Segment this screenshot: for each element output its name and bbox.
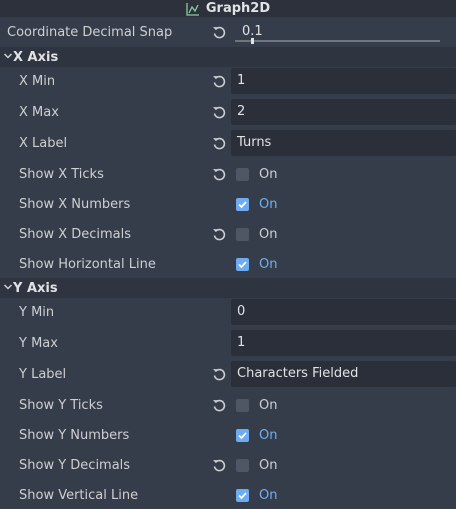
inspector-header: Graph2D: [0, 0, 456, 17]
checkmark-icon: [238, 491, 247, 499]
property-row-show-x-ticks: Show X Ticks On: [0, 159, 456, 189]
revert-icon[interactable]: [211, 73, 227, 89]
revert-icon[interactable]: [211, 457, 227, 473]
show-y-numbers-label: Show Y Numbers: [19, 427, 130, 443]
show-horizontal-line-label: Show Horizontal Line: [19, 256, 156, 272]
show-x-decimals-state: On: [259, 226, 278, 242]
x-label-label: X Label: [19, 135, 68, 151]
property-row-show-x-decimals: Show X Decimals On: [0, 219, 456, 249]
y-max-field[interactable]: 1: [231, 330, 456, 356]
property-row-show-vertical-line: Show Vertical Line On: [0, 480, 456, 509]
show-y-decimals-checkbox[interactable]: [236, 458, 249, 472]
revert-icon[interactable]: [211, 226, 227, 242]
y-min-field[interactable]: 0: [231, 299, 456, 325]
x-max-label: X Max: [19, 104, 59, 120]
show-x-ticks-state: On: [259, 166, 278, 182]
section-x-axis[interactable]: X Axis: [0, 47, 456, 67]
show-y-ticks-state: On: [259, 397, 278, 413]
show-vertical-line-checkbox[interactable]: [236, 488, 249, 502]
property-row-show-y-ticks: Show Y Ticks On: [0, 390, 456, 420]
decimal-snap-label: Coordinate Decimal Snap: [7, 24, 173, 40]
property-row-show-y-numbers: Show Y Numbers On: [0, 420, 456, 450]
show-y-decimals-state: On: [259, 457, 278, 473]
revert-icon[interactable]: [211, 135, 227, 151]
property-row-decimal-snap: Coordinate Decimal Snap: [0, 17, 456, 47]
decimal-snap-value: 0.1: [242, 24, 263, 39]
show-y-ticks-label: Show Y Ticks: [19, 397, 103, 413]
y-label-label: Y Label: [19, 366, 67, 382]
show-x-numbers-state: On: [259, 196, 278, 212]
y-label-value: Characters Fielded: [237, 366, 359, 381]
show-x-numbers-checkbox[interactable]: [236, 197, 249, 211]
section-title: X Axis: [13, 49, 59, 65]
chevron-down-icon: [3, 284, 13, 290]
checkmark-icon: [238, 431, 247, 439]
x-label-field[interactable]: Turns: [231, 130, 456, 156]
property-row-x-min: X Min 1: [0, 66, 456, 96]
x-min-field[interactable]: 1: [231, 68, 456, 94]
property-row-show-y-decimals: Show Y Decimals On: [0, 450, 456, 480]
revert-icon[interactable]: [211, 397, 227, 413]
x-max-field[interactable]: 2: [231, 99, 456, 125]
property-row-y-label: Y Label Characters Fielded: [0, 359, 456, 389]
y-min-label: Y Min: [19, 304, 55, 320]
revert-icon[interactable]: [211, 24, 227, 40]
graph-icon: [186, 2, 199, 16]
checkmark-icon: [238, 260, 247, 268]
decimal-snap-slider[interactable]: [235, 40, 440, 42]
show-x-ticks-checkbox[interactable]: [236, 167, 249, 181]
show-x-decimals-label: Show X Decimals: [19, 226, 132, 242]
section-title: Y Axis: [13, 280, 58, 296]
revert-icon[interactable]: [211, 166, 227, 182]
show-vertical-line-label: Show Vertical Line: [19, 487, 139, 503]
show-y-ticks-checkbox[interactable]: [236, 398, 249, 412]
chevron-down-icon: [3, 53, 13, 59]
show-y-decimals-label: Show Y Decimals: [19, 457, 131, 473]
section-y-axis[interactable]: Y Axis: [0, 278, 456, 298]
show-y-numbers-state: On: [259, 427, 278, 443]
property-row-x-max: X Max 2: [0, 97, 456, 127]
y-label-field[interactable]: Characters Fielded: [231, 361, 456, 387]
property-row-x-label: X Label Turns: [0, 128, 456, 158]
show-y-numbers-checkbox[interactable]: [236, 428, 249, 442]
property-row-y-min: Y Min 0: [0, 297, 456, 327]
revert-icon[interactable]: [211, 104, 227, 120]
show-vertical-line-state: On: [259, 487, 278, 503]
show-x-ticks-label: Show X Ticks: [19, 166, 104, 182]
show-horizontal-line-checkbox[interactable]: [236, 257, 249, 271]
checkmark-icon: [238, 200, 247, 208]
show-x-decimals-checkbox[interactable]: [236, 227, 249, 241]
y-min-value: 0: [237, 304, 246, 319]
y-max-label: Y Max: [19, 335, 58, 351]
revert-icon[interactable]: [211, 366, 227, 382]
decimal-snap-slider-grabber[interactable]: [251, 38, 254, 44]
show-x-numbers-label: Show X Numbers: [19, 196, 131, 212]
property-row-show-x-numbers: Show X Numbers On: [0, 189, 456, 219]
x-label-value: Turns: [237, 135, 272, 150]
show-horizontal-line-state: On: [259, 256, 278, 272]
property-row-y-max: Y Max 1: [0, 328, 456, 358]
y-max-value: 1: [237, 335, 246, 350]
x-max-value: 2: [237, 104, 246, 119]
property-row-show-horizontal-line: Show Horizontal Line On: [0, 249, 456, 279]
x-min-label: X Min: [19, 73, 56, 89]
inspector-title: Graph2D: [205, 1, 271, 16]
x-min-value: 1: [237, 73, 246, 88]
